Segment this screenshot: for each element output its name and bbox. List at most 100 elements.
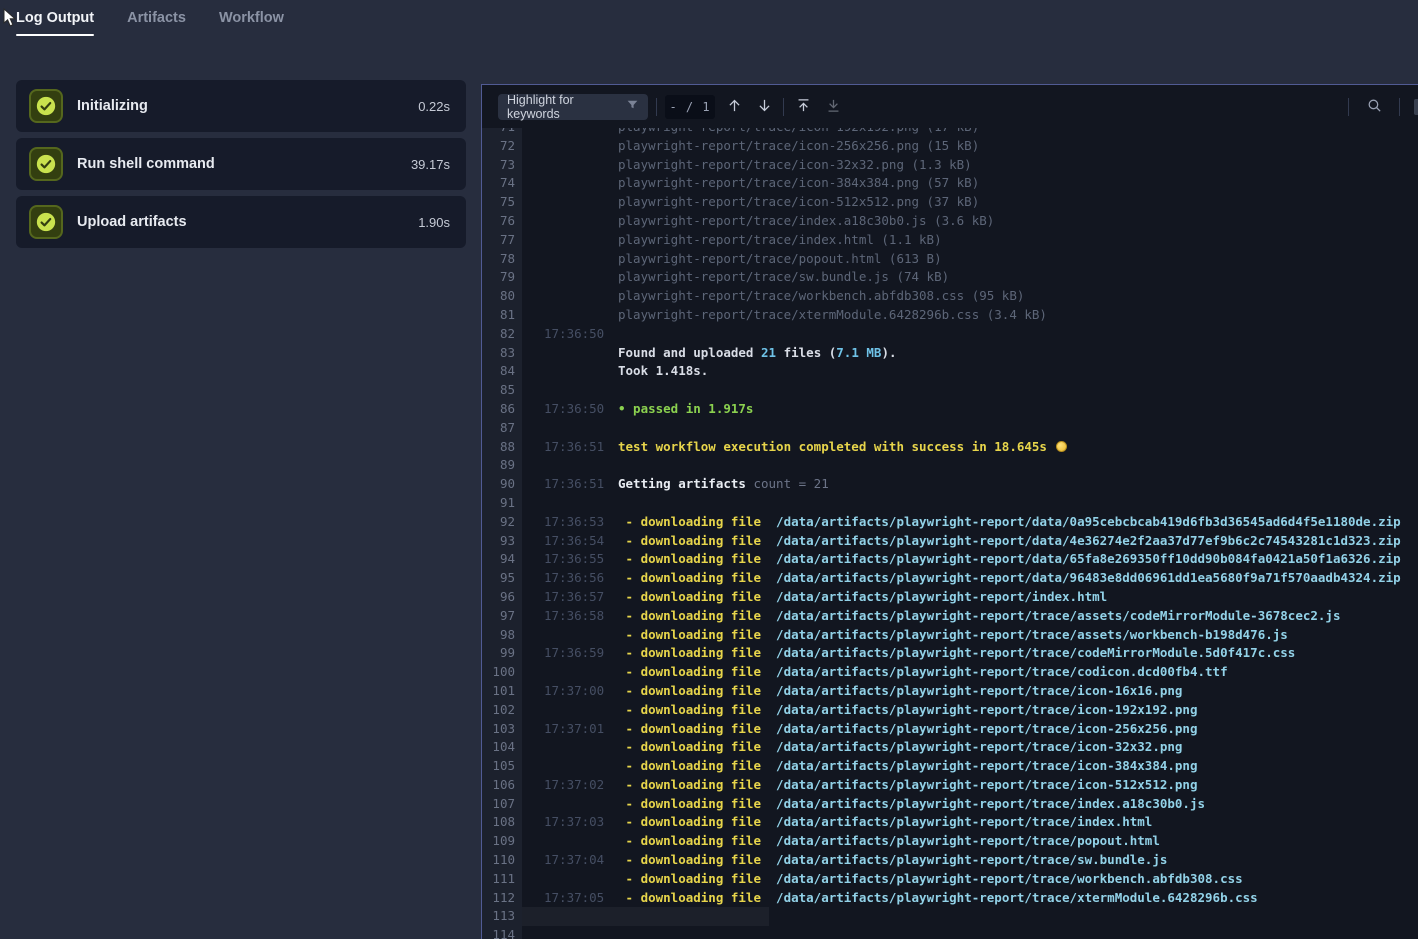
line-number: 90 (482, 475, 522, 494)
timestamp (522, 250, 604, 269)
log-line: 9517:36:56 - downloading file /data/arti… (482, 569, 1418, 588)
log-text: playwright-report/trace/icon-192x192.png… (604, 128, 979, 137)
log-text: - downloading file /data/artifacts/playw… (604, 532, 1401, 551)
log-text: - downloading file /data/artifacts/playw… (604, 813, 1152, 832)
log-line: 9917:36:59 - downloading file /data/arti… (482, 644, 1418, 663)
log-line: 9017:36:51Getting artifacts count = 21 (482, 475, 1418, 494)
step-name: Initializing (77, 98, 418, 114)
log-text (604, 494, 618, 513)
timestamp: 17:36:51 (522, 475, 604, 494)
log-text: playwright-report/trace/popout.html (613… (604, 250, 942, 269)
line-number: 97 (482, 607, 522, 626)
log-text: playwright-report/trace/icon-384x384.png… (604, 174, 979, 193)
log-line: 71playwright-report/trace/icon-192x192.p… (482, 128, 1418, 137)
timestamp: 17:36:58 (522, 607, 604, 626)
line-number: 109 (482, 832, 522, 851)
step-card[interactable]: Initializing0.22s (16, 80, 466, 132)
step-duration: 39.17s (411, 157, 450, 172)
tab-artifacts[interactable]: Artifacts (127, 10, 186, 36)
timestamp: 17:36:55 (522, 550, 604, 569)
next-match-button[interactable] (753, 94, 775, 120)
log-text: • passed in 1.917s (604, 400, 753, 419)
log-text: - downloading file /data/artifacts/playw… (604, 607, 1340, 626)
log-text: - downloading file /data/artifacts/playw… (604, 644, 1295, 663)
log-line: 104 - downloading file /data/artifacts/p… (482, 738, 1418, 757)
log-line: 109 - downloading file /data/artifacts/p… (482, 832, 1418, 851)
timestamp (522, 362, 604, 381)
timestamp (522, 344, 604, 363)
step-card[interactable]: Upload artifacts1.90s (16, 196, 466, 248)
timestamp (522, 926, 604, 939)
log-text: Found and uploaded 21 files (7.1 MB). (604, 344, 897, 363)
timestamp (522, 231, 604, 250)
step-duration: 0.22s (418, 99, 450, 114)
timestamp (522, 287, 604, 306)
log-line: 10617:37:02 - downloading file /data/art… (482, 776, 1418, 795)
line-number: 86 (482, 400, 522, 419)
line-number: 94 (482, 550, 522, 569)
success-check-icon (29, 205, 63, 239)
timestamp: 17:36:51 (522, 438, 604, 457)
log-line: 75playwright-report/trace/icon-512x512.p… (482, 193, 1418, 212)
line-number: 110 (482, 851, 522, 870)
log-line: 114 (482, 926, 1418, 939)
step-card[interactable]: Run shell command39.17s (16, 138, 466, 190)
filter-icon (626, 98, 639, 116)
line-number: 76 (482, 212, 522, 231)
timestamp (522, 137, 604, 156)
toolbar-divider (783, 98, 784, 116)
log-line: 87 (482, 419, 1418, 438)
log-toolbar: Highlight for keywords - / 1 (482, 85, 1418, 128)
timestamp (522, 174, 604, 193)
timestamp (522, 156, 604, 175)
line-number: 100 (482, 663, 522, 682)
log-output[interactable]: 71playwright-report/trace/icon-192x192.p… (482, 128, 1418, 939)
scroll-to-top-button[interactable] (792, 94, 814, 120)
log-line: 10117:37:00 - downloading file /data/art… (482, 682, 1418, 701)
tab-workflow[interactable]: Workflow (219, 10, 284, 36)
line-number: 106 (482, 776, 522, 795)
timestamp (522, 795, 604, 814)
log-text (604, 456, 618, 475)
steps-sidebar: Initializing0.22s Run shell command39.17s… (16, 80, 466, 248)
log-line: 78playwright-report/trace/popout.html (6… (482, 250, 1418, 269)
log-panel: Highlight for keywords - / 1 71 (481, 84, 1418, 939)
timestamp (522, 128, 604, 137)
arrow-down-icon (756, 97, 773, 117)
log-text (604, 325, 618, 344)
search-button[interactable] (1363, 94, 1385, 120)
log-text: - downloading file /data/artifacts/playw… (604, 795, 1205, 814)
log-text: - downloading file /data/artifacts/playw… (604, 626, 1288, 645)
log-text: playwright-report/trace/index.html (1.1 … (604, 231, 942, 250)
log-text: - downloading file /data/artifacts/playw… (604, 870, 1243, 889)
highlight-keywords-input[interactable]: Highlight for keywords (498, 94, 648, 120)
log-line: 85 (482, 381, 1418, 400)
log-text: - downloading file /data/artifacts/playw… (604, 851, 1167, 870)
tab-log-output[interactable]: Log Output (16, 10, 94, 36)
success-check-icon (29, 147, 63, 181)
line-number: 95 (482, 569, 522, 588)
timestamp: 17:37:05 (522, 889, 604, 908)
log-line: 9617:36:57 - downloading file /data/arti… (482, 588, 1418, 607)
prev-match-button[interactable] (723, 94, 745, 120)
line-number: 93 (482, 532, 522, 551)
log-text: - downloading file /data/artifacts/playw… (604, 832, 1160, 851)
log-line: 80playwright-report/trace/workbench.abfd… (482, 287, 1418, 306)
log-text: - downloading file /data/artifacts/playw… (604, 757, 1198, 776)
timestamp: 17:36:56 (522, 569, 604, 588)
log-text: - downloading file /data/artifacts/playw… (604, 776, 1198, 795)
line-number: 80 (482, 287, 522, 306)
line-number: 102 (482, 701, 522, 720)
toolbar-divider (656, 98, 657, 116)
timestamp: 17:36:53 (522, 513, 604, 532)
log-text: - downloading file /data/artifacts/playw… (604, 513, 1401, 532)
log-text: - downloading file /data/artifacts/playw… (604, 720, 1198, 739)
timestamp: 17:36:59 (522, 644, 604, 663)
timestamp (522, 663, 604, 682)
log-text: Getting artifacts count = 21 (604, 475, 829, 494)
timestamp: 17:36:50 (522, 325, 604, 344)
scroll-to-bottom-button[interactable] (822, 94, 844, 120)
timestamp (522, 832, 604, 851)
timestamp: 17:36:50 (522, 400, 604, 419)
log-text: test workflow execution completed with s… (604, 438, 1067, 457)
